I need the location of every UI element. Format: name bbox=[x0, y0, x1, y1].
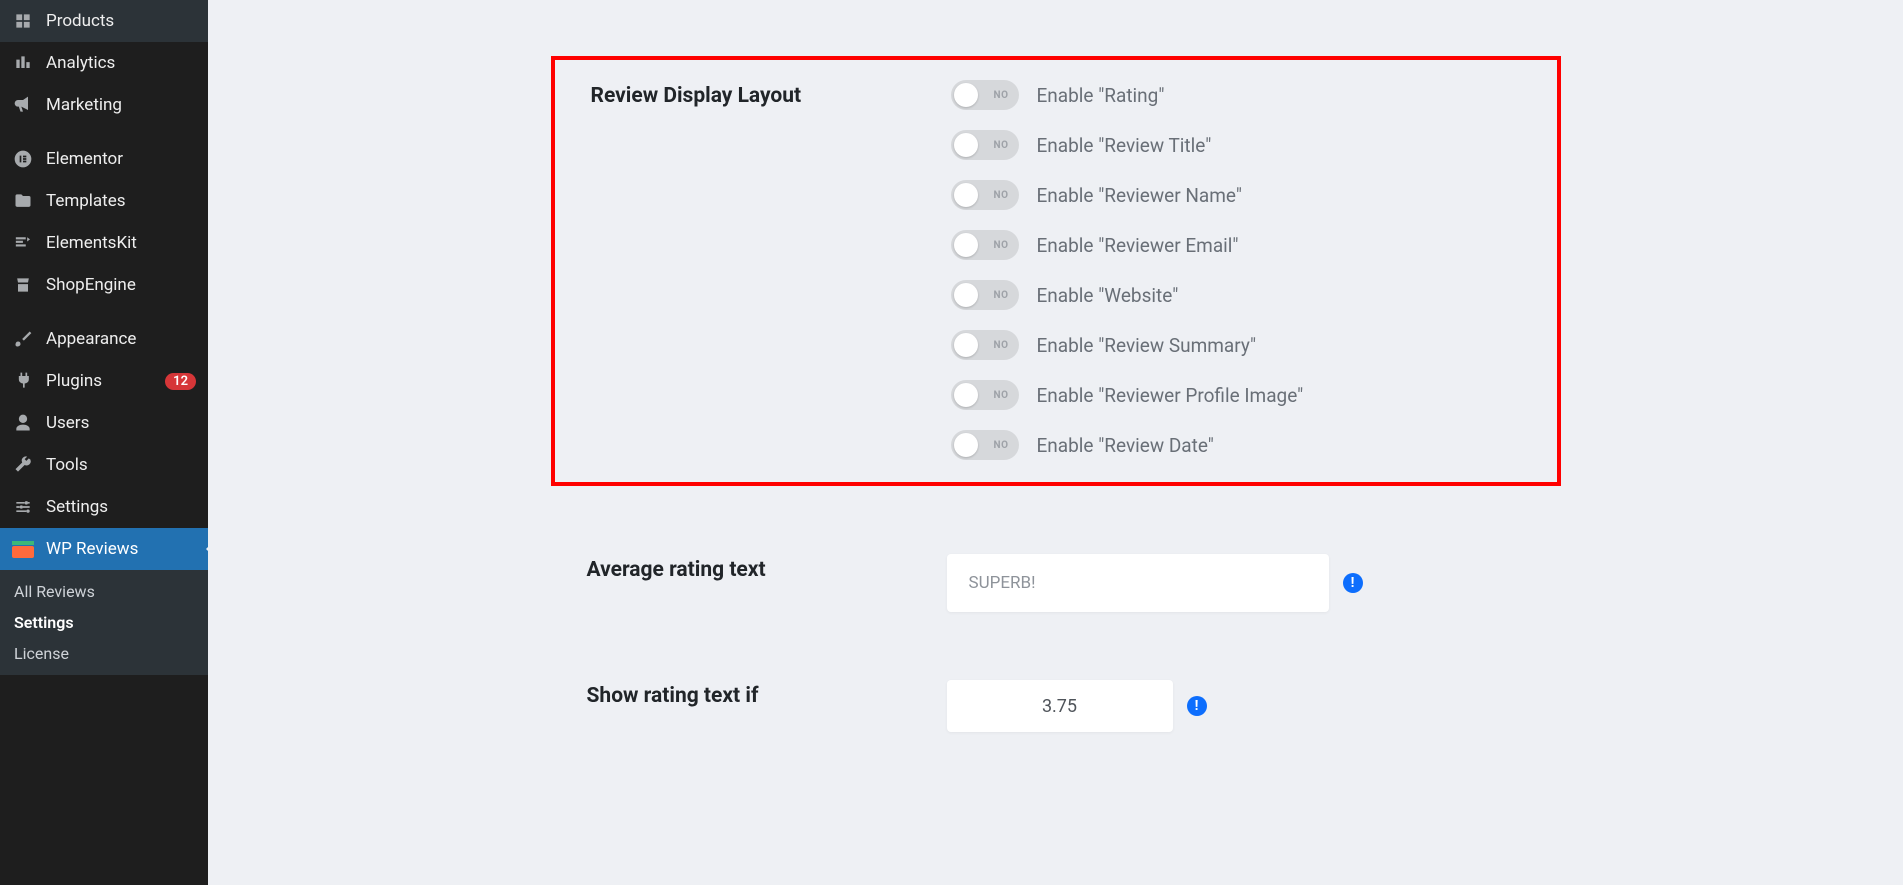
wp-reviews-icon bbox=[12, 538, 34, 560]
toggle-row-reviewer-email: NO Enable "Reviewer Email" bbox=[951, 230, 1304, 260]
toggle-knob bbox=[954, 383, 978, 407]
user-icon bbox=[12, 412, 34, 434]
toggle-row-reviewer-name: NO Enable "Reviewer Name" bbox=[951, 180, 1304, 210]
brush-icon bbox=[12, 328, 34, 350]
sidebar-item-tools[interactable]: Tools bbox=[0, 444, 208, 486]
sidebar-item-products[interactable]: Products bbox=[0, 0, 208, 42]
toggle-rating[interactable]: NO bbox=[951, 80, 1019, 110]
toggle-state-text: NO bbox=[994, 290, 1009, 301]
sidebar-item-label: Settings bbox=[46, 497, 196, 517]
toggle-website[interactable]: NO bbox=[951, 280, 1019, 310]
sidebar-item-marketing[interactable]: Marketing bbox=[0, 84, 208, 126]
sidebar-item-label: Elementor bbox=[46, 149, 196, 169]
toggle-state-text: NO bbox=[994, 90, 1009, 101]
sidebar-item-label: WP Reviews bbox=[46, 539, 196, 559]
toggle-state-text: NO bbox=[994, 240, 1009, 251]
sidebar-item-wp-reviews[interactable]: WP Reviews bbox=[0, 528, 208, 570]
toggle-state-text: NO bbox=[994, 440, 1009, 451]
sidebar-item-label: Appearance bbox=[46, 329, 196, 349]
toggle-knob bbox=[954, 433, 978, 457]
toggle-state-text: NO bbox=[994, 340, 1009, 351]
toggle-knob bbox=[954, 333, 978, 357]
toggle-row-profile-image: NO Enable "Reviewer Profile Image" bbox=[951, 380, 1304, 410]
sidebar-item-templates[interactable]: Templates bbox=[0, 180, 208, 222]
toggle-knob bbox=[954, 83, 978, 107]
toggle-label: Enable "Review Summary" bbox=[1037, 334, 1257, 357]
toggle-state-text: NO bbox=[994, 140, 1009, 151]
plug-icon bbox=[12, 370, 34, 392]
section-title: Review Display Layout bbox=[591, 80, 921, 108]
shopengine-icon bbox=[12, 274, 34, 296]
toggle-row-website: NO Enable "Website" bbox=[951, 280, 1304, 310]
sidebar-item-shopengine[interactable]: ShopEngine bbox=[0, 264, 208, 306]
sidebar-item-settings[interactable]: Settings bbox=[0, 486, 208, 528]
toggle-knob bbox=[954, 183, 978, 207]
admin-sidebar: Products Analytics Marketing Elementor T… bbox=[0, 0, 208, 885]
sidebar-item-appearance[interactable]: Appearance bbox=[0, 318, 208, 360]
toggle-label: Enable "Review Date" bbox=[1037, 434, 1214, 457]
toggle-state-text: NO bbox=[994, 390, 1009, 401]
sidebar-item-users[interactable]: Users bbox=[0, 402, 208, 444]
sidebar-item-elementskit[interactable]: ElementsKit bbox=[0, 222, 208, 264]
toggle-label: Enable "Review Title" bbox=[1037, 134, 1212, 157]
show-rating-text-if-row: Show rating text if ! bbox=[551, 652, 1561, 732]
toggle-label: Enable "Reviewer Name" bbox=[1037, 184, 1242, 207]
toggle-knob bbox=[954, 133, 978, 157]
info-icon[interactable]: ! bbox=[1187, 696, 1207, 716]
main-content: Review Display Layout NO Enable "Rating"… bbox=[208, 0, 1903, 885]
sidebar-item-label: Tools bbox=[46, 455, 196, 475]
submenu-all-reviews[interactable]: All Reviews bbox=[0, 576, 208, 607]
avg-rating-input[interactable] bbox=[947, 554, 1329, 612]
megaphone-icon bbox=[12, 94, 34, 116]
sidebar-item-label: Templates bbox=[46, 191, 196, 211]
sidebar-item-plugins[interactable]: Plugins 12 bbox=[0, 360, 208, 402]
sidebar-item-analytics[interactable]: Analytics bbox=[0, 42, 208, 84]
toggle-knob bbox=[954, 233, 978, 257]
toggle-review-summary[interactable]: NO bbox=[951, 330, 1019, 360]
elementskit-icon bbox=[12, 232, 34, 254]
products-icon bbox=[12, 10, 34, 32]
toggle-reviewer-email[interactable]: NO bbox=[951, 230, 1019, 260]
toggle-review-date[interactable]: NO bbox=[951, 430, 1019, 460]
wrench-icon bbox=[12, 454, 34, 476]
toggle-reviewer-name[interactable]: NO bbox=[951, 180, 1019, 210]
sliders-icon bbox=[12, 496, 34, 518]
toggle-list: NO Enable "Rating" NO Enable "Review Tit… bbox=[951, 80, 1304, 460]
show-rating-label: Show rating text if bbox=[587, 680, 917, 708]
folder-icon bbox=[12, 190, 34, 212]
info-icon[interactable]: ! bbox=[1343, 573, 1363, 593]
submenu-settings[interactable]: Settings bbox=[0, 607, 208, 638]
toggle-profile-image[interactable]: NO bbox=[951, 380, 1019, 410]
toggle-row-review-summary: NO Enable "Review Summary" bbox=[951, 330, 1304, 360]
sidebar-item-label: Analytics bbox=[46, 53, 196, 73]
average-rating-text-row: Average rating text ! bbox=[551, 526, 1561, 612]
sidebar-item-label: ElementsKit bbox=[46, 233, 196, 253]
sidebar-item-label: ShopEngine bbox=[46, 275, 196, 295]
toggle-knob bbox=[954, 283, 978, 307]
toggle-state-text: NO bbox=[994, 190, 1009, 201]
sidebar-item-elementor[interactable]: Elementor bbox=[0, 138, 208, 180]
plugins-update-badge: 12 bbox=[165, 373, 196, 390]
analytics-icon bbox=[12, 52, 34, 74]
toggle-label: Enable "Website" bbox=[1037, 284, 1179, 307]
toggle-label: Enable "Reviewer Profile Image" bbox=[1037, 384, 1304, 407]
toggle-label: Enable "Rating" bbox=[1037, 84, 1165, 107]
show-rating-input[interactable] bbox=[947, 680, 1173, 732]
submenu-license[interactable]: License bbox=[0, 638, 208, 669]
toggle-review-title[interactable]: NO bbox=[951, 130, 1019, 160]
sidebar-item-label: Plugins bbox=[46, 371, 153, 391]
sidebar-item-label: Users bbox=[46, 413, 196, 433]
toggle-row-review-date: NO Enable "Review Date" bbox=[951, 430, 1304, 460]
toggle-row-review-title: NO Enable "Review Title" bbox=[951, 130, 1304, 160]
review-display-layout-highlight: Review Display Layout NO Enable "Rating"… bbox=[551, 56, 1561, 486]
sidebar-item-label: Products bbox=[46, 11, 196, 31]
sidebar-item-label: Marketing bbox=[46, 95, 196, 115]
toggle-row-rating: NO Enable "Rating" bbox=[951, 80, 1304, 110]
sidebar-submenu: All Reviews Settings License bbox=[0, 570, 208, 675]
toggle-label: Enable "Reviewer Email" bbox=[1037, 234, 1239, 257]
elementor-icon bbox=[12, 148, 34, 170]
avg-rating-label: Average rating text bbox=[587, 554, 917, 582]
